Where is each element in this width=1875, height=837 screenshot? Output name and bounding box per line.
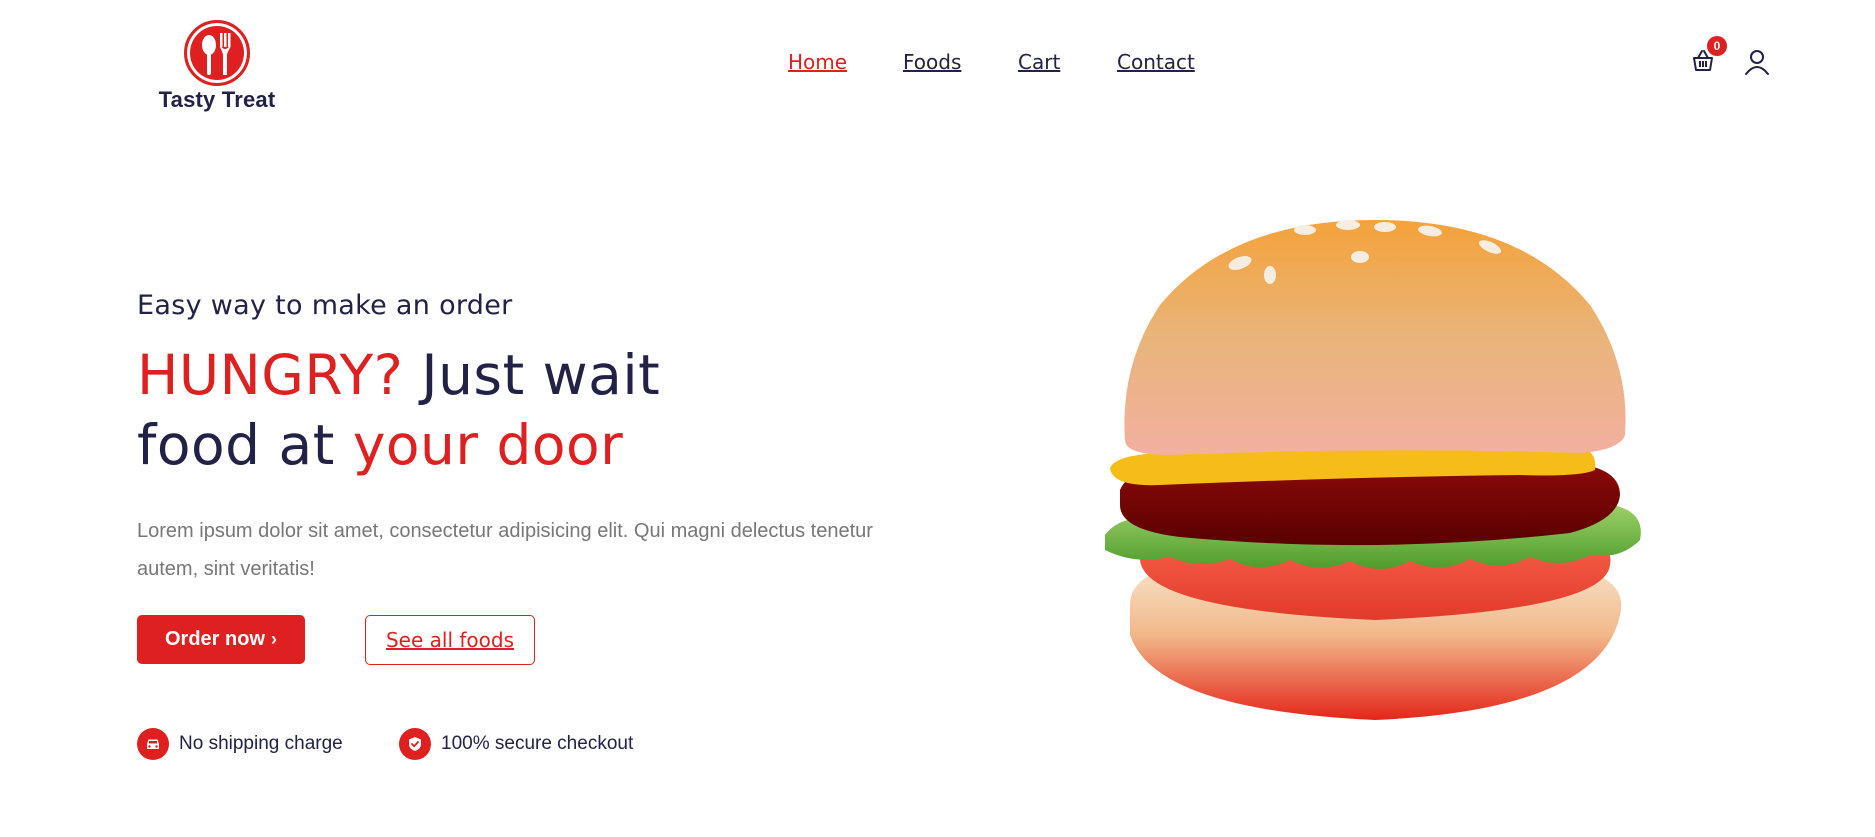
burger-illustration [1100, 215, 1650, 730]
car-icon [137, 728, 169, 760]
hero-description: Lorem ipsum dolor sit amet, consectetur … [137, 520, 873, 580]
headline-food-at: food at [137, 413, 353, 477]
nav-item-foods[interactable]: Foods [903, 50, 961, 74]
headline-your-door: your door [352, 413, 624, 477]
see-all-foods-button[interactable]: See all foods [365, 615, 535, 665]
order-now-button[interactable]: Order now › [137, 615, 305, 664]
site-header: Tasty Treat Home Foods Cart Contact 0 [0, 0, 1875, 130]
shield-check-icon [399, 728, 431, 760]
feature-secure-checkout: 100% secure checkout [399, 728, 633, 760]
feature-label: No shipping charge [179, 733, 343, 754]
brand-name: Tasty Treat [158, 87, 276, 112]
nav-item-contact[interactable]: Contact [1117, 50, 1195, 74]
chevron-right-icon: › [271, 629, 277, 649]
hero-headline: HUNGRY? Just wait food at your door [137, 340, 837, 480]
headline-just-wait: Just wait [403, 343, 661, 407]
order-now-label: Order now [164, 628, 265, 650]
user-icon[interactable] [1743, 48, 1771, 76]
nav-item-cart[interactable]: Cart [1018, 50, 1060, 74]
main-nav: Home Foods Cart Contact [0, 50, 1875, 80]
cart-count-badge: 0 [1707, 36, 1727, 56]
hero-subtitle: Easy way to make an order [137, 290, 513, 321]
headline-hungry: HUNGRY? [137, 343, 404, 407]
feature-no-shipping: No shipping charge [137, 728, 343, 760]
nav-item-home[interactable]: Home [788, 50, 847, 74]
feature-label: 100% secure checkout [441, 733, 634, 754]
